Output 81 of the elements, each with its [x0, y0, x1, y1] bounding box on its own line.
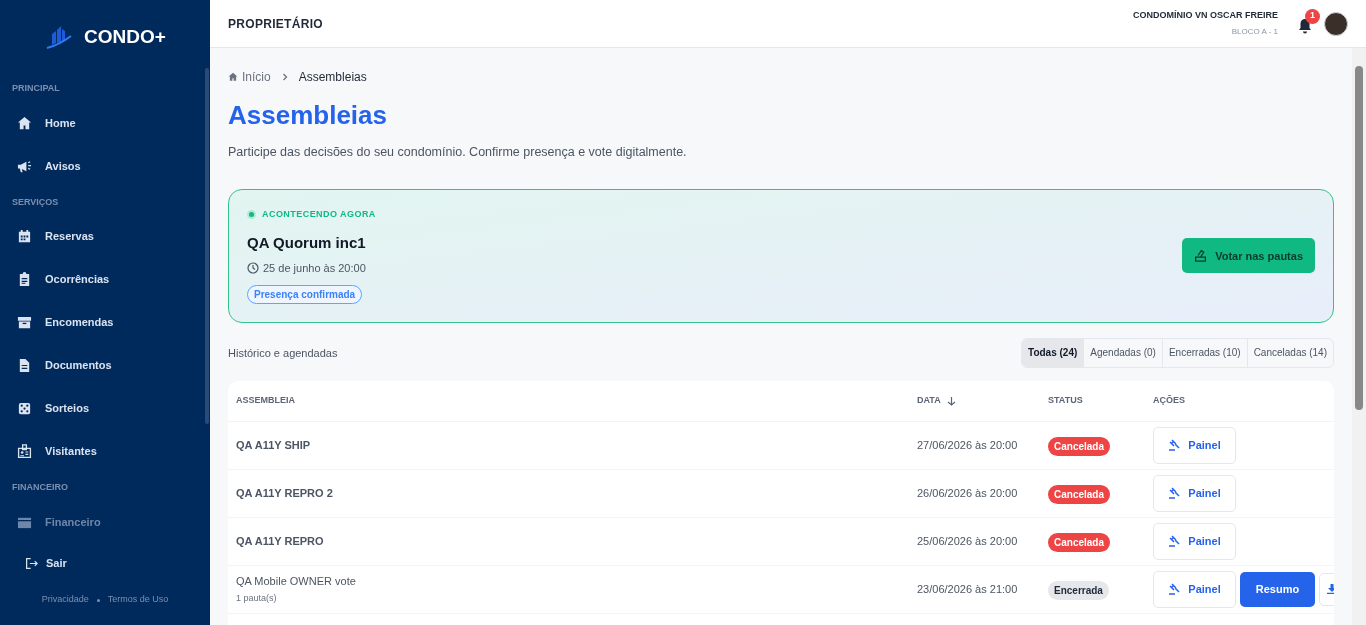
panel-button[interactable]: Painel: [1153, 522, 1236, 560]
live-assembly-title: QA Quorum inc1: [247, 232, 366, 253]
status-badge: Cancelada: [1048, 437, 1111, 457]
assembly-name: QA A11Y SHIP: [236, 438, 312, 453]
footer-link[interactable]: Termos de Uso: [107, 593, 169, 607]
panel-button[interactable]: Painel: [1153, 570, 1236, 608]
logout-link[interactable]: Sair: [0, 543, 210, 583]
role-title: PROPRIETÁRIO: [228, 15, 323, 33]
brand-name: CONDO+: [84, 24, 166, 49]
assembly-name: QA A11Y REPRO 2: [236, 486, 334, 501]
sidebar-item[interactable]: Financeiro: [0, 500, 202, 539]
section-heading: FINANCEIRO: [11, 481, 69, 494]
date-cell-text: 27/06/2026 às 20:00: [916, 438, 1019, 453]
gavel-icon: [1168, 535, 1181, 548]
date-cell-text: 23/06/2026 às 21:00: [916, 582, 1019, 597]
sidebar-item[interactable]: Visitantes: [0, 430, 202, 473]
column-header: ASSEMBLEIA: [235, 394, 296, 407]
section-heading: SERVIÇOS: [11, 195, 60, 209]
agenda-count: 1 pauta(s): [236, 591, 278, 605]
status-badge: Cancelada: [1048, 533, 1111, 553]
sidebar-item[interactable]: Avisos: [0, 144, 202, 188]
clipboard-icon: [17, 272, 32, 287]
section-heading: PRINCIPAL: [11, 82, 61, 95]
sidebar-item[interactable]: Home: [0, 101, 202, 145]
filter-tab[interactable]: Agendadas (0): [1083, 338, 1162, 367]
building-logo-icon: [44, 24, 73, 50]
sort-down-icon: [946, 395, 956, 406]
live-assembly-time: 25 de junho às 20:00: [263, 261, 366, 276]
megaphone-icon: [17, 158, 32, 174]
dice-icon: [17, 401, 32, 416]
panel-button[interactable]: Painel: [1153, 426, 1236, 464]
filter-tab[interactable]: Encerradas (10): [1161, 338, 1247, 367]
bell-icon: [1298, 17, 1312, 34]
page-subtitle: Participe das decisões do seu condomínio. Confirme presença e vote digitalmente.: [228, 144, 688, 161]
panel-button[interactable]: Painel: [1153, 474, 1236, 512]
attendance-badge: Presença confirmada: [247, 284, 363, 304]
condo-name: CONDOMÍNIO VN OSCAR FREIRE: [1133, 8, 1278, 22]
scrollbar[interactable]: [1352, 48, 1366, 625]
date-cell-text: 26/06/2026 às 20:00: [916, 486, 1019, 501]
filter-tab[interactable]: Canceladas (14): [1246, 338, 1333, 367]
avatar[interactable]: [1324, 11, 1348, 36]
gavel-icon: [1168, 439, 1181, 452]
sidebar-item[interactable]: Documentos: [0, 344, 202, 387]
download-icon: [1327, 584, 1334, 595]
assembly-name: QA Mobile OWNER vote: [236, 574, 357, 590]
logout-icon: [25, 556, 38, 570]
page-title: Assembleias: [228, 99, 388, 132]
sidebar-item[interactable]: Sorteios: [0, 387, 202, 430]
gavel-icon: [1168, 583, 1181, 596]
notification-count: 1: [1305, 8, 1320, 24]
unit-label: BLOCO A - 1: [1231, 26, 1278, 39]
column-header: STATUS: [1047, 394, 1084, 407]
sidebar-item[interactable]: Ocorrências: [0, 258, 202, 301]
sidebar-scrollbar[interactable]: [205, 68, 209, 424]
vote-button[interactable]: Votar nas pautas: [1182, 238, 1315, 274]
chevron-right-icon: [280, 73, 289, 81]
date-cell-text: 25/06/2026 às 20:00: [916, 534, 1019, 549]
status-badge: Encerrada: [1048, 581, 1109, 601]
filter-tab[interactable]: Todas (24): [1022, 338, 1084, 367]
live-status-label: ACONTECENDO AGORA: [262, 208, 376, 221]
notifications-button[interactable]: [1298, 17, 1312, 34]
breadcrumb-link[interactable]: Início: [228, 68, 271, 86]
history-label: Histórico e agendadas: [228, 345, 338, 361]
id-badge-icon: [17, 444, 32, 459]
document-icon: [17, 358, 32, 373]
sidebar-item[interactable]: Encomendas: [0, 301, 202, 344]
clock-icon: [247, 262, 259, 275]
summary-button[interactable]: Resumo: [1240, 571, 1315, 607]
ballot-box-icon: [1194, 249, 1208, 263]
status-badge: Cancelada: [1048, 485, 1111, 505]
archive-box-icon: [17, 315, 32, 330]
breadcrumb-current: Assembleias: [298, 69, 367, 86]
gavel-icon: [1168, 487, 1181, 500]
calendar-icon: [17, 229, 32, 244]
home-icon: [228, 72, 238, 82]
assembly-name: QA A11Y REPRO: [236, 534, 325, 549]
footer-link[interactable]: Privacidade: [41, 593, 89, 607]
sidebar-item[interactable]: Reservas: [0, 215, 202, 258]
column-header[interactable]: DATA: [909, 394, 1040, 408]
column-header: AÇÕES: [1152, 394, 1186, 407]
home-icon: [17, 115, 32, 131]
